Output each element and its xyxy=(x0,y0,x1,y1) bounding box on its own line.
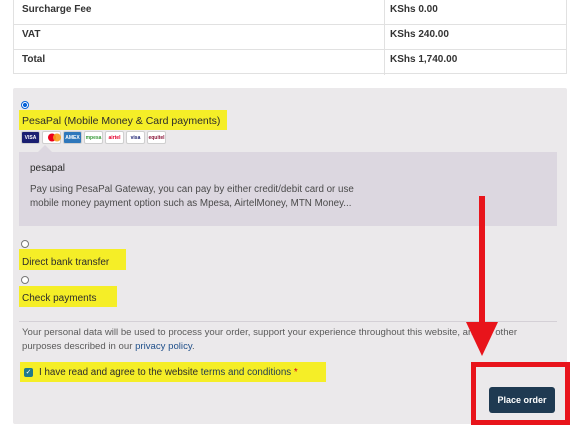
pesapal-description-title: pesapal xyxy=(30,163,66,174)
bank-transfer-radio[interactable] xyxy=(21,240,29,248)
order-totals-table: Surcharge Fee KShs 0.00 VAT KShs 240.00 … xyxy=(13,0,567,75)
column-divider xyxy=(384,25,385,49)
table-row: Total KShs 1,740.00 xyxy=(14,50,566,75)
place-order-button[interactable]: Place order xyxy=(489,387,555,413)
card-logos: VISA mastercard AMEX mpesa airtel visa e… xyxy=(21,131,166,145)
amex-logo-icon: AMEX xyxy=(63,131,82,144)
pesapal-description-text: Pay using PesaPal Gateway, you can pay b… xyxy=(30,184,354,209)
privacy-notice: Your personal data will be used to proce… xyxy=(22,326,522,353)
check-payments-radio[interactable] xyxy=(21,276,29,284)
table-row: Surcharge Fee KShs 0.00 xyxy=(14,0,566,25)
pesapal-label[interactable]: PesaPal (Mobile Money & Card payments) xyxy=(22,115,220,127)
description-pointer xyxy=(38,145,52,152)
pesapal-description-box: pesapal Pay using PesaPal Gateway, you c… xyxy=(19,152,557,226)
surcharge-label: Surcharge Fee xyxy=(22,4,92,15)
terms-text: I have read and agree to the website xyxy=(39,367,199,378)
table-row: VAT KShs 240.00 xyxy=(14,25,566,50)
terms-checkbox[interactable]: ✓ xyxy=(24,368,33,377)
bank-transfer-label[interactable]: Direct bank transfer xyxy=(22,257,109,268)
pesapal-radio[interactable] xyxy=(21,101,29,109)
annotation-arrow-shaft xyxy=(479,196,485,325)
required-marker: * xyxy=(293,367,298,378)
visa-small-logo-icon: visa xyxy=(126,131,145,144)
vat-label: VAT xyxy=(22,29,41,40)
privacy-text: Your personal data will be used to proce… xyxy=(22,327,518,352)
total-label: Total xyxy=(22,54,46,65)
terms-link[interactable]: terms and conditions xyxy=(201,367,291,378)
column-divider xyxy=(384,0,385,24)
airtel-logo-icon: airtel xyxy=(105,131,124,144)
privacy-policy-link[interactable]: privacy policy xyxy=(135,341,192,352)
total-value: KShs 1,740.00 xyxy=(390,54,458,65)
privacy-end: . xyxy=(191,340,195,352)
visa-logo-icon: VISA xyxy=(21,131,40,144)
equitel-logo-icon: equitel xyxy=(147,131,166,144)
vat-value: KShs 240.00 xyxy=(390,29,449,40)
terms-notice: I have read and agree to the website ter… xyxy=(39,367,298,378)
mastercard-circles-icon xyxy=(48,133,61,142)
surcharge-value: KShs 0.00 xyxy=(390,4,438,15)
mpesa-logo-icon: mpesa xyxy=(84,131,103,144)
column-divider xyxy=(384,50,385,75)
check-payments-label[interactable]: Check payments xyxy=(22,293,96,304)
annotation-arrow-head-icon xyxy=(466,322,498,356)
